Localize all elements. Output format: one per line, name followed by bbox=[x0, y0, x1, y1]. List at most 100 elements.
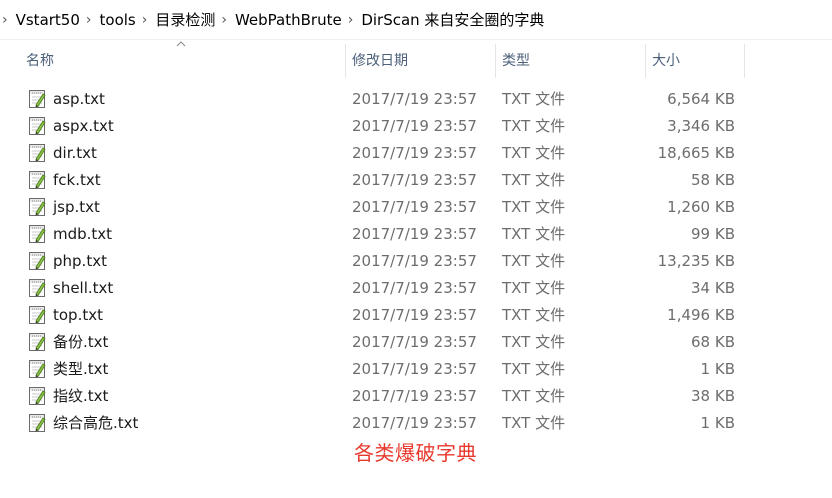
file-row[interactable]: 综合高危.txt 2017/7/19 23:57 TXT 文件 1 KB bbox=[0, 410, 832, 437]
notepad-text-file-icon bbox=[27, 89, 47, 109]
file-modified-date: 2017/7/19 23:57 bbox=[352, 306, 477, 324]
file-type: TXT 文件 bbox=[502, 225, 566, 243]
file-type: TXT 文件 bbox=[502, 90, 566, 108]
breadcrumb-item-webpathbrute[interactable]: WebPathBrute bbox=[233, 11, 344, 29]
file-size: 1 KB bbox=[700, 360, 735, 378]
file-modified-date: 2017/7/19 23:57 bbox=[352, 198, 477, 216]
file-type: TXT 文件 bbox=[502, 279, 566, 297]
file-name: top.txt bbox=[53, 306, 103, 324]
breadcrumb-item-directory-scan[interactable]: 目录检测 bbox=[153, 9, 217, 30]
file-type: TXT 文件 bbox=[502, 144, 566, 162]
file-row[interactable]: dir.txt 2017/7/19 23:57 TXT 文件 18,665 KB bbox=[0, 140, 832, 167]
annotation-label: 各类爆破字典 bbox=[354, 441, 477, 465]
file-name: asp.txt bbox=[53, 90, 105, 108]
notepad-text-file-icon bbox=[27, 116, 47, 136]
file-modified-date: 2017/7/19 23:57 bbox=[352, 171, 477, 189]
file-type: TXT 文件 bbox=[502, 198, 566, 216]
column-header-name[interactable]: 名称 bbox=[26, 44, 346, 78]
column-header-size[interactable]: 大小 bbox=[652, 44, 742, 78]
file-name: dir.txt bbox=[53, 144, 97, 162]
file-modified-date: 2017/7/19 23:57 bbox=[352, 333, 477, 351]
breadcrumb-item-tools[interactable]: tools bbox=[98, 11, 138, 29]
file-modified-date: 2017/7/19 23:57 bbox=[352, 387, 477, 405]
file-name: shell.txt bbox=[53, 279, 114, 297]
file-size: 34 KB bbox=[691, 279, 735, 297]
file-name: 综合高危.txt bbox=[53, 414, 139, 432]
file-size: 1,496 KB bbox=[667, 306, 735, 324]
notepad-text-file-icon bbox=[27, 278, 47, 298]
file-modified-date: 2017/7/19 23:57 bbox=[352, 144, 477, 162]
file-name: 类型.txt bbox=[53, 360, 109, 378]
file-modified-date: 2017/7/19 23:57 bbox=[352, 279, 477, 297]
file-modified-date: 2017/7/19 23:57 bbox=[352, 90, 477, 108]
column-divider[interactable] bbox=[744, 44, 745, 78]
column-header-date[interactable]: 修改日期 bbox=[352, 44, 492, 78]
breadcrumb-item-vstart50[interactable]: Vstart50 bbox=[14, 11, 82, 29]
file-modified-date: 2017/7/19 23:57 bbox=[352, 117, 477, 135]
notepad-text-file-icon bbox=[27, 143, 47, 163]
file-type: TXT 文件 bbox=[502, 117, 566, 135]
file-row[interactable]: aspx.txt 2017/7/19 23:57 TXT 文件 3,346 KB bbox=[0, 113, 832, 140]
file-name: 备份.txt bbox=[53, 333, 109, 351]
file-size: 99 KB bbox=[691, 225, 735, 243]
file-modified-date: 2017/7/19 23:57 bbox=[352, 252, 477, 270]
file-row[interactable]: asp.txt 2017/7/19 23:57 TXT 文件 6,564 KB bbox=[0, 86, 832, 113]
column-header-row: 名称 修改日期 类型 大小 bbox=[0, 44, 832, 78]
file-row[interactable]: mdb.txt 2017/7/19 23:57 TXT 文件 99 KB bbox=[0, 221, 832, 248]
file-row[interactable]: 指纹.txt 2017/7/19 23:57 TXT 文件 38 KB bbox=[0, 383, 832, 410]
file-name: fck.txt bbox=[53, 171, 101, 189]
file-row[interactable]: php.txt 2017/7/19 23:57 TXT 文件 13,235 KB bbox=[0, 248, 832, 275]
chevron-right-icon[interactable]: › bbox=[221, 12, 227, 28]
file-size: 13,235 KB bbox=[657, 252, 735, 270]
notepad-text-file-icon bbox=[27, 170, 47, 190]
file-row[interactable]: jsp.txt 2017/7/19 23:57 TXT 文件 1,260 KB bbox=[0, 194, 832, 221]
file-list: asp.txt 2017/7/19 23:57 TXT 文件 6,564 KB … bbox=[0, 86, 832, 437]
file-size: 58 KB bbox=[691, 171, 735, 189]
file-size: 6,564 KB bbox=[667, 90, 735, 108]
file-row[interactable]: 备份.txt 2017/7/19 23:57 TXT 文件 68 KB bbox=[0, 329, 832, 356]
notepad-text-file-icon bbox=[27, 413, 47, 433]
notepad-text-file-icon bbox=[27, 251, 47, 271]
chevron-right-icon[interactable]: › bbox=[348, 12, 354, 28]
file-name: jsp.txt bbox=[53, 198, 100, 216]
column-divider[interactable] bbox=[645, 44, 646, 78]
file-name: php.txt bbox=[53, 252, 107, 270]
notepad-text-file-icon bbox=[27, 332, 47, 352]
chevron-right-icon[interactable]: › bbox=[2, 12, 8, 28]
column-divider[interactable] bbox=[495, 44, 496, 78]
notepad-text-file-icon bbox=[27, 305, 47, 325]
file-size: 38 KB bbox=[691, 387, 735, 405]
file-modified-date: 2017/7/19 23:57 bbox=[352, 360, 477, 378]
file-row[interactable]: 类型.txt 2017/7/19 23:57 TXT 文件 1 KB bbox=[0, 356, 832, 383]
breadcrumb: › Vstart50 › tools › 目录检测 › WebPathBrute… bbox=[0, 0, 832, 40]
chevron-right-icon[interactable]: › bbox=[86, 12, 92, 28]
file-modified-date: 2017/7/19 23:57 bbox=[352, 414, 477, 432]
file-row[interactable]: top.txt 2017/7/19 23:57 TXT 文件 1,496 KB bbox=[0, 302, 832, 329]
file-name: mdb.txt bbox=[53, 225, 113, 243]
file-type: TXT 文件 bbox=[502, 387, 566, 405]
file-type: TXT 文件 bbox=[502, 360, 566, 378]
file-type: TXT 文件 bbox=[502, 171, 566, 189]
file-size: 18,665 KB bbox=[657, 144, 735, 162]
file-type: TXT 文件 bbox=[502, 333, 566, 351]
file-type: TXT 文件 bbox=[502, 306, 566, 324]
file-size: 68 KB bbox=[691, 333, 735, 351]
notepad-text-file-icon bbox=[27, 359, 47, 379]
file-name: 指纹.txt bbox=[53, 387, 109, 405]
file-size: 1,260 KB bbox=[667, 198, 735, 216]
notepad-text-file-icon bbox=[27, 197, 47, 217]
file-row[interactable]: fck.txt 2017/7/19 23:57 TXT 文件 58 KB bbox=[0, 167, 832, 194]
column-header-type[interactable]: 类型 bbox=[502, 44, 642, 78]
file-name: aspx.txt bbox=[53, 117, 114, 135]
file-modified-date: 2017/7/19 23:57 bbox=[352, 225, 477, 243]
notepad-text-file-icon bbox=[27, 224, 47, 244]
chevron-right-icon[interactable]: › bbox=[142, 12, 148, 28]
notepad-text-file-icon bbox=[27, 386, 47, 406]
file-type: TXT 文件 bbox=[502, 414, 566, 432]
breadcrumb-item-dirscan[interactable]: DirScan 来自安全圈的字典 bbox=[359, 9, 546, 30]
file-size: 1 KB bbox=[700, 414, 735, 432]
column-divider[interactable] bbox=[345, 44, 346, 78]
file-size: 3,346 KB bbox=[667, 117, 735, 135]
file-type: TXT 文件 bbox=[502, 252, 566, 270]
file-row[interactable]: shell.txt 2017/7/19 23:57 TXT 文件 34 KB bbox=[0, 275, 832, 302]
